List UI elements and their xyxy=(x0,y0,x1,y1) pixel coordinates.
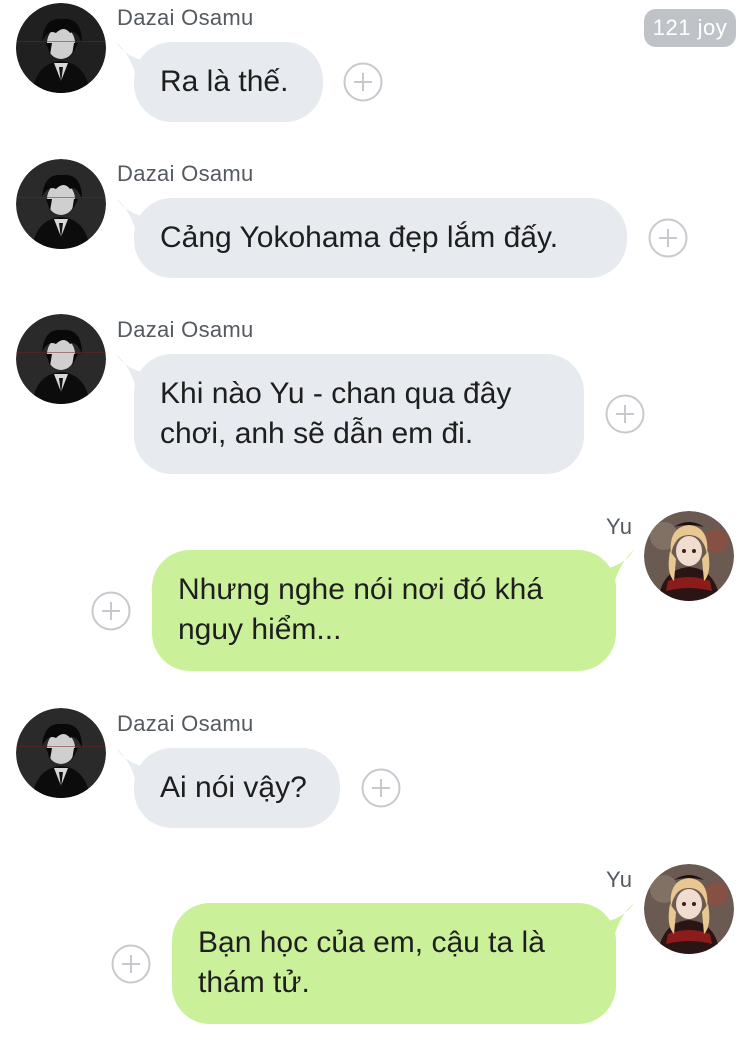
chat-screen: 121 joy Dazai Osamu Ra là thế. Dazai Osa… xyxy=(0,0,750,1044)
sender-name: Dazai Osamu xyxy=(117,711,254,736)
message-line: Cảng Yokohama đẹp lắm đấy. xyxy=(160,221,559,254)
message-bubble[interactable]: Ra là thế. xyxy=(134,42,323,122)
message-bubble[interactable]: Bạn học của em, cậu ta là thám tử. xyxy=(172,903,616,1024)
unread-count-badge[interactable]: 121 joy xyxy=(644,9,736,47)
message-line: Bạn học của em, cậu ta là xyxy=(198,926,545,959)
avatar-yu-image xyxy=(644,864,734,954)
avatar-dazai-image xyxy=(16,3,106,93)
avatar-dazai-image xyxy=(16,708,106,798)
plus-circle-icon[interactable] xyxy=(361,768,401,808)
message-line: chơi, anh sẽ dẫn em đi. xyxy=(160,417,474,450)
avatar-dazai-image xyxy=(16,314,106,404)
avatar-dazai[interactable] xyxy=(16,159,106,249)
message-line: nguy hiểm... xyxy=(178,613,342,646)
sender-name: Dazai Osamu xyxy=(117,5,254,30)
sender-name: Dazai Osamu xyxy=(117,317,254,342)
message-line: Ai nói vậy? xyxy=(160,771,307,804)
message-line: Khi nào Yu - chan qua đây xyxy=(160,377,512,410)
message-bubble[interactable]: Ai nói vậy? xyxy=(134,748,340,828)
plus-circle-icon[interactable] xyxy=(343,62,383,102)
message-line: thám tử. xyxy=(198,966,310,999)
plus-circle-icon[interactable] xyxy=(648,218,688,258)
message-line: Ra là thế. xyxy=(160,65,289,98)
avatar-dazai-image xyxy=(16,159,106,249)
avatar-yu[interactable] xyxy=(644,511,734,601)
plus-circle-icon[interactable] xyxy=(111,944,151,984)
sender-name: Yu xyxy=(606,514,633,539)
sender-name: Dazai Osamu xyxy=(117,161,254,186)
message-bubble[interactable]: Cảng Yokohama đẹp lắm đấy. xyxy=(134,198,627,278)
avatar-dazai[interactable] xyxy=(16,3,106,93)
avatar-yu-image xyxy=(644,511,734,601)
message-bubble[interactable]: Nhưng nghe nói nơi đó khá nguy hiểm... xyxy=(152,550,616,671)
plus-circle-icon[interactable] xyxy=(605,394,645,434)
avatar-yu[interactable] xyxy=(644,864,734,954)
message-line: Nhưng nghe nói nơi đó khá xyxy=(178,573,544,606)
avatar-dazai[interactable] xyxy=(16,708,106,798)
avatar-dazai[interactable] xyxy=(16,314,106,404)
sender-name: Yu xyxy=(606,867,633,892)
message-bubble[interactable]: Khi nào Yu - chan qua đây chơi, anh sẽ d… xyxy=(134,354,584,474)
plus-circle-icon[interactable] xyxy=(91,591,131,631)
